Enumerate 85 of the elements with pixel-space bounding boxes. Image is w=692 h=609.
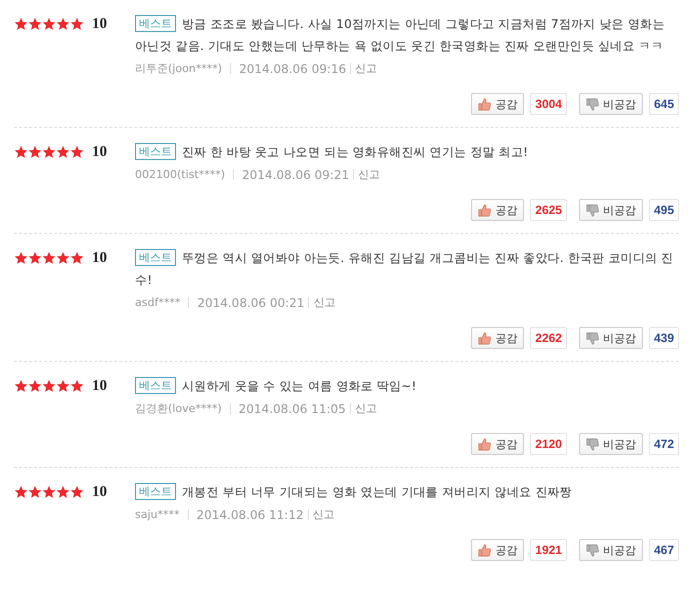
star-icon — [14, 145, 28, 159]
thumbs-down-icon — [586, 544, 599, 556]
score: 10 — [92, 16, 107, 32]
like-count: 3004 — [530, 93, 567, 115]
star-icon — [70, 145, 84, 159]
date: 2014.08.06 09:16 — [239, 62, 346, 76]
like-count: 2120 — [530, 433, 567, 455]
dislike-button[interactable]: 비공감 — [578, 327, 643, 349]
dislike-count: 495 — [648, 199, 679, 221]
date: 2014.08.06 11:12 — [196, 508, 304, 522]
star-icon — [14, 485, 28, 499]
thumbs-down-icon — [586, 204, 599, 216]
dislike-count: 467 — [648, 539, 679, 561]
star-icon — [14, 251, 28, 265]
star-icon — [56, 485, 70, 499]
thumbs-up-icon — [478, 544, 492, 556]
thumbs-down-icon — [586, 332, 599, 344]
report-link[interactable]: 신고 — [313, 295, 336, 310]
date: 2014.08.06 11:05 — [238, 402, 346, 416]
review-text: 베스트 시원하게 웃을 수 있는 여름 영화로 딱임~! — [135, 375, 679, 397]
score: 10 — [92, 144, 107, 160]
star-icon — [28, 17, 42, 31]
dislike-button[interactable]: 비공감 — [578, 93, 643, 115]
thumbs-up-icon — [478, 98, 492, 110]
date: 2014.08.06 00:21 — [197, 296, 304, 310]
star-icon — [42, 17, 56, 31]
score: 10 — [92, 484, 107, 500]
review-text: 베스트 방금 조조로 봤습니다. 사실 10점까지는 아닌데 그렇다고 지금처럼 7점까지 낮은 영화는 아닌것 같음. 기대도 안했는데 난무하는 욕 없이도 웃긴 한국영화는 진짜 오랜만인듯 싶네요 ㅋㅋ — [135, 14, 666, 55]
report-link[interactable]: 신고 — [354, 401, 377, 416]
star-icon — [70, 379, 84, 393]
dislike-button[interactable]: 비공감 — [578, 199, 643, 221]
star-icon — [56, 379, 70, 393]
thumbs-up-icon — [478, 332, 492, 344]
like-button[interactable]: 공감 — [471, 539, 524, 561]
report-link[interactable]: 신고 — [355, 61, 378, 76]
best-badge: 베스트 — [135, 249, 176, 266]
star-icon — [70, 251, 84, 265]
star-icon — [56, 251, 70, 265]
star-icon — [28, 145, 42, 159]
best-badge: 베스트 — [135, 15, 176, 32]
author: asdf**** — [135, 296, 180, 309]
best-badge: 베스트 — [135, 483, 176, 500]
dislike-button[interactable]: 비공감 — [578, 433, 643, 455]
review-text: 베스트 뚜껑은 역시 열어봐야 아는듯. 유해진 김남길 개그콤비는 진짜 좋았다. 한국판 코미디의 진수! — [135, 248, 674, 289]
like-count: 2262 — [530, 327, 567, 349]
review-text: 베스트 개봉전 부터 너무 기대되는 영화 였는데 기대를 져버리지 않네요 진짜짱 — [135, 481, 679, 503]
dislike-count: 472 — [648, 433, 679, 455]
dislike-count: 439 — [648, 327, 679, 349]
star-icon — [70, 17, 84, 31]
thumbs-up-icon — [478, 438, 492, 450]
best-badge: 베스트 — [135, 377, 176, 394]
star-icon — [28, 379, 42, 393]
author: 리투준(joon****) — [135, 61, 222, 76]
author: 김경환(love****) — [135, 401, 222, 416]
star-icon — [42, 251, 56, 265]
thumbs-down-icon — [586, 438, 599, 450]
dislike-button[interactable]: 비공감 — [578, 539, 643, 561]
thumbs-down-icon — [586, 98, 599, 110]
author: saju**** — [135, 508, 180, 521]
like-button[interactable]: 공감 — [471, 327, 524, 349]
star-icon — [14, 17, 28, 31]
score: 10 — [92, 250, 107, 266]
best-badge: 베스트 — [135, 143, 176, 160]
score: 10 — [92, 378, 107, 394]
report-link[interactable]: 신고 — [312, 507, 335, 522]
review-text: 베스트 진짜 한 바탕 웃고 나오면 되는 영화유해진씨 연기는 정말 최고! — [135, 141, 679, 163]
date: 2014.08.06 09:21 — [242, 168, 350, 182]
star-icon — [42, 485, 56, 499]
star-icon — [56, 145, 70, 159]
star-icon — [28, 251, 42, 265]
star-icon — [14, 379, 28, 393]
like-button[interactable]: 공감 — [471, 433, 524, 455]
dislike-count: 645 — [648, 93, 679, 115]
thumbs-up-icon — [478, 204, 492, 216]
star-icon — [28, 485, 42, 499]
like-count: 1921 — [530, 539, 567, 561]
author: 002100(tist****) — [135, 168, 225, 181]
like-count: 2625 — [530, 199, 567, 221]
like-button[interactable]: 공감 — [471, 93, 524, 115]
report-link[interactable]: 신고 — [358, 167, 380, 182]
like-button[interactable]: 공감 — [471, 199, 524, 221]
star-icon — [56, 17, 70, 31]
star-icon — [70, 485, 84, 499]
star-icon — [42, 379, 56, 393]
star-icon — [42, 145, 56, 159]
